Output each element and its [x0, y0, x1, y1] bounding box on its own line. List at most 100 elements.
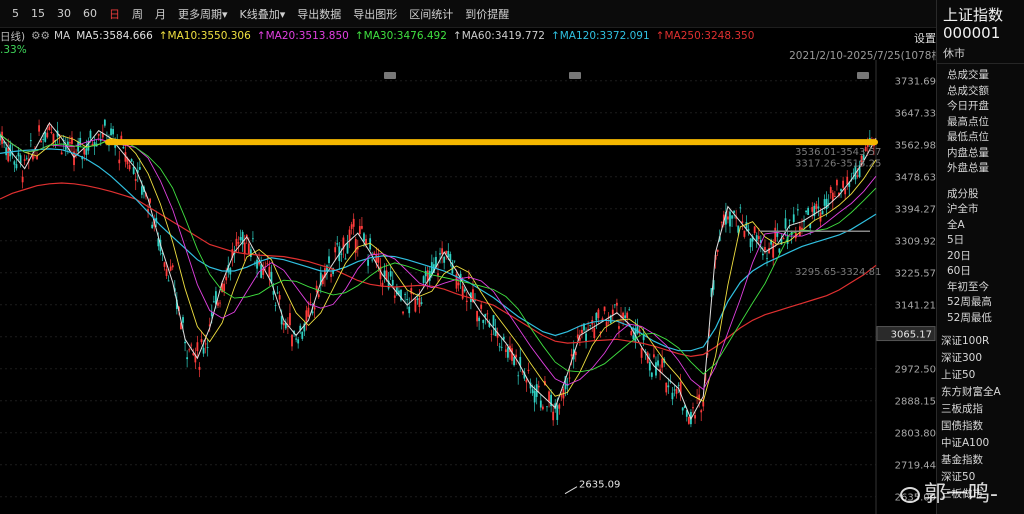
quote-item-4[interactable]: 最低点位 — [947, 130, 1024, 146]
candle-body — [665, 382, 668, 393]
candle-body — [539, 400, 542, 408]
toolbar-item-8[interactable]: K线叠加▾ — [240, 6, 286, 22]
quote-item-2[interactable]: 今日开盘 — [947, 99, 1024, 115]
price-axis-label: 3141.21 — [895, 301, 936, 312]
toolbar-item-5[interactable]: 周 — [132, 6, 143, 22]
price-axis-label: 3225.57 — [895, 269, 936, 280]
toolbar-item-4[interactable]: 日 — [109, 6, 120, 22]
stats-item-6[interactable]: 年初至今 — [947, 280, 1024, 296]
toolbar-item-12[interactable]: 到价提醒 — [465, 6, 509, 22]
candle-body — [50, 132, 53, 134]
candle-body — [772, 243, 775, 258]
toolbar-item-10[interactable]: 导出图形 — [353, 6, 397, 22]
index-item-1[interactable]: 深证300 — [937, 350, 1024, 367]
candle-body — [301, 331, 304, 339]
index-item-0[interactable]: 深证100R — [937, 333, 1024, 350]
candle-body — [367, 259, 369, 266]
gear-icon[interactable]: ⚙⚙ — [31, 30, 50, 42]
kline-chart[interactable]: 3731.69 3647.33 3562.98 3478.63 3394.27 3309.… — [0, 60, 936, 514]
candle-body — [486, 313, 489, 315]
candle-body — [17, 152, 20, 157]
candle-body — [595, 312, 598, 321]
toolbar-item-6[interactable]: 月 — [155, 6, 166, 22]
candle-body — [628, 309, 631, 311]
current-price-label: 3065.17 — [891, 330, 932, 341]
price-axis-label: 2972.50 — [895, 365, 936, 376]
candle-body — [252, 238, 254, 240]
candle-body — [648, 362, 651, 371]
stats-item-0[interactable]: 成分股 — [947, 187, 1024, 203]
candle-body — [840, 189, 842, 192]
candle-body — [811, 207, 814, 212]
candle-body — [225, 276, 228, 281]
toolbar-item-3[interactable]: 60 — [83, 7, 97, 20]
candle-body — [83, 149, 86, 155]
index-item-5[interactable]: 国债指数 — [937, 418, 1024, 435]
toolbar-item-1[interactable]: 15 — [31, 7, 45, 20]
quote-item-1[interactable]: 总成交额 — [947, 84, 1024, 100]
candle-body — [807, 207, 810, 216]
candle-body — [570, 354, 573, 357]
candle-body — [842, 180, 844, 188]
price-axis-label: 3394.27 — [895, 205, 936, 216]
candle-body — [21, 176, 24, 183]
quote-item-0[interactable]: 总成交量 — [947, 68, 1024, 84]
ma-line-smooth-1 — [0, 134, 877, 391]
ma-value-3: ↑MA30:3476.492 — [354, 30, 447, 42]
ma-value-5: ↑MA120:3372.091 — [550, 30, 650, 42]
candle-body — [774, 227, 777, 242]
toolbar-item-9[interactable]: 导出数据 — [297, 6, 341, 22]
index-item-7[interactable]: 基金指数 — [937, 452, 1024, 469]
candle-body — [636, 326, 639, 334]
watermark-text: 郭一鸣- — [924, 482, 998, 507]
quote-item-6[interactable]: 外盘总量 — [947, 161, 1024, 177]
candle-body — [632, 335, 635, 340]
candle-body — [7, 147, 10, 162]
candle-body — [344, 258, 347, 260]
candle-body — [766, 258, 768, 260]
index-item-6[interactable]: 中证A100 — [937, 435, 1024, 452]
index-item-4[interactable]: 三板成指 — [937, 401, 1024, 418]
price-axis-label: 3562.98 — [895, 141, 936, 152]
candle-body — [492, 315, 495, 326]
price-axis-label: 3478.63 — [895, 173, 936, 184]
candle-body — [309, 301, 312, 303]
stats-item-3[interactable]: 5日 — [947, 233, 1024, 249]
candle-body — [694, 415, 696, 419]
index-item-3[interactable]: 东方财富全A — [937, 384, 1024, 401]
stats-item-4[interactable]: 20日 — [947, 249, 1024, 265]
quote-item-5[interactable]: 内盘总量 — [947, 146, 1024, 162]
stats-list: 成分股 沪全市 全A 5日 20日 60日 年初至今 52周最高 52周最低 — [937, 177, 1024, 327]
candle-body — [817, 206, 820, 209]
candle-body — [630, 331, 633, 336]
candle-body — [517, 375, 520, 377]
candle-body — [424, 270, 427, 277]
candle-body — [537, 385, 540, 388]
candle-body — [733, 210, 736, 213]
candle-body — [311, 311, 314, 314]
candle-body — [182, 317, 184, 323]
candle-body — [167, 280, 170, 282]
toolbar-item-2[interactable]: 30 — [57, 7, 71, 20]
toolbar-item-7[interactable]: 更多周期▾ — [178, 6, 228, 22]
stats-item-2[interactable]: 全A — [947, 218, 1024, 234]
stats-item-1[interactable]: 沪全市 — [947, 202, 1024, 218]
index-title: 上证指数 — [943, 6, 1004, 24]
index-item-2[interactable]: 上证50 — [937, 367, 1024, 384]
stats-item-7[interactable]: 52周最高 — [947, 295, 1024, 311]
stats-item-8[interactable]: 52周最低 — [947, 311, 1024, 327]
candle-body — [289, 313, 291, 326]
candle-body — [844, 188, 847, 195]
quote-item-3[interactable]: 最高点位 — [947, 115, 1024, 131]
candle-body — [297, 339, 300, 344]
stats-item-5[interactable]: 60日 — [947, 264, 1024, 280]
candle-body — [210, 312, 213, 317]
candle-body — [504, 349, 507, 353]
candle-body — [317, 294, 320, 298]
ma-value-0: MA5:3584.666 — [76, 30, 153, 42]
toolbar-item-0[interactable]: 5 — [12, 7, 19, 20]
toolbar-item-11[interactable]: 区间统计 — [409, 6, 453, 22]
candle-body — [112, 129, 114, 135]
candle-body — [42, 139, 45, 141]
candle-body — [408, 306, 411, 314]
